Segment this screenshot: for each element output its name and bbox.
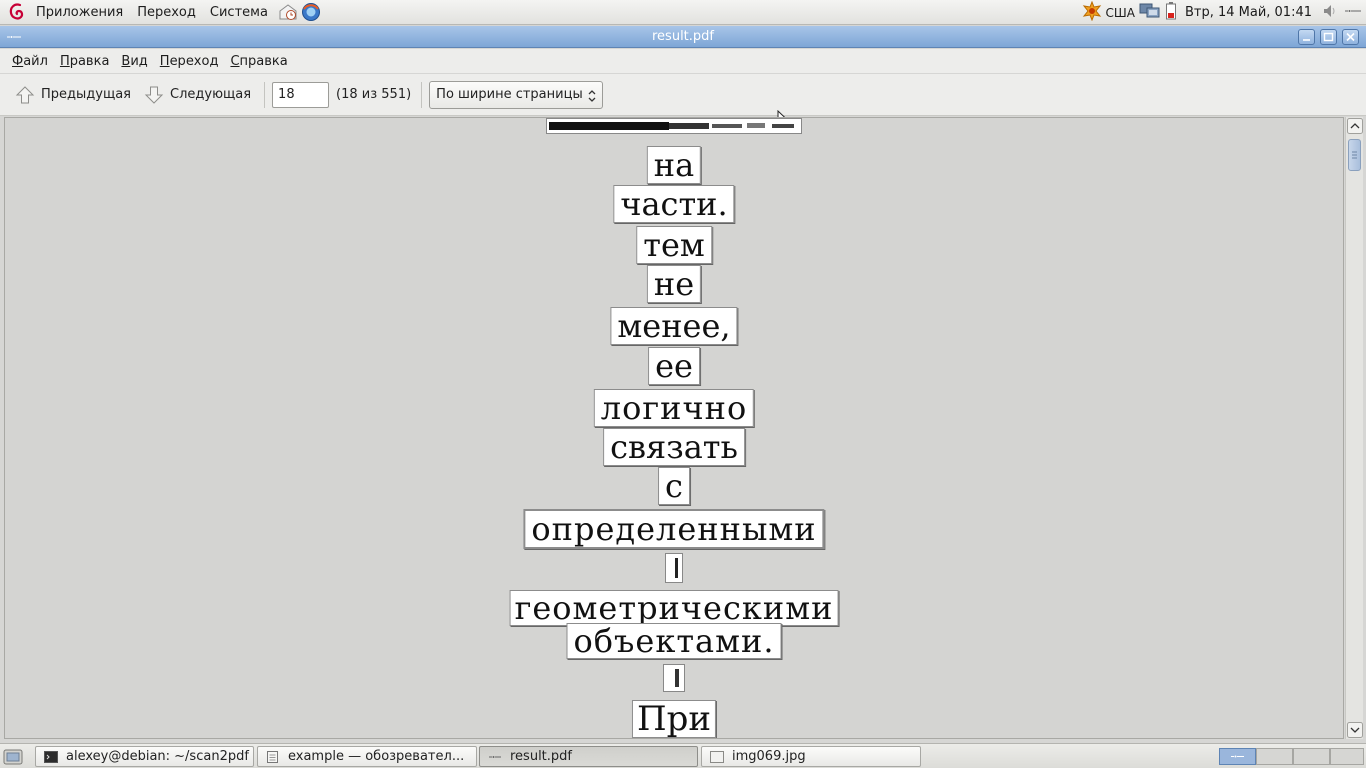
taskbar-item-label: example — обозревател... — [288, 749, 465, 764]
top-panel: Приложения Переход Система США Втр, 14 М… — [0, 0, 1366, 25]
applications-menu[interactable]: Приложения — [29, 5, 130, 20]
workspace-2[interactable] — [1256, 748, 1293, 765]
zoom-select-value: По ширине страницы — [436, 87, 583, 102]
scanned-word: ее — [648, 347, 700, 385]
scan-noise-fragment — [665, 553, 683, 583]
browser-launcher-icon[interactable] — [301, 2, 321, 22]
taskbar-item-label: img069.jpg — [732, 749, 806, 764]
volume-icon[interactable] — [1322, 2, 1340, 24]
show-desktop-icon[interactable] — [1344, 5, 1362, 20]
bottom-taskbar: alexey@debian: ~/scan2pdf example — обоз… — [0, 743, 1366, 768]
panel-clock[interactable]: Втр, 14 Май, 01:41 — [1185, 5, 1312, 20]
zoom-select[interactable]: По ширине страницы — [429, 80, 604, 109]
taskbar-item-label: result.pdf — [510, 749, 572, 764]
select-arrows-icon — [588, 89, 596, 102]
file-manager-icon — [267, 750, 278, 763]
window-titlebar[interactable]: result.pdf — [0, 26, 1366, 48]
arrow-up-icon — [15, 85, 35, 103]
taskbar-item-file-browser[interactable]: example — обозревател... — [257, 746, 477, 767]
scanned-word: геометрическими — [509, 590, 839, 626]
mail-clock-launcher-icon[interactable] — [278, 2, 298, 22]
page-number-input[interactable] — [272, 81, 330, 108]
scanned-word: не — [646, 265, 702, 303]
toolbar: Предыдущая Следующая (18 из 551) По шири… — [0, 74, 1366, 116]
previous-page-button[interactable]: Предыдущая — [8, 79, 137, 111]
scrollbar-thumb[interactable] — [1348, 139, 1361, 171]
vertical-scrollbar[interactable] — [1345, 117, 1363, 739]
workspace-1[interactable] — [1219, 748, 1256, 765]
taskbar-item-image[interactable]: img069.jpg — [701, 746, 921, 767]
scan-noise-fragment — [546, 118, 802, 134]
scanned-word: с — [658, 467, 690, 505]
terminal-icon — [44, 750, 58, 763]
places-menu[interactable]: Переход — [130, 5, 203, 20]
workspace-4[interactable] — [1330, 748, 1364, 765]
scanned-word: тем — [636, 226, 712, 264]
scroll-down-arrow-icon[interactable] — [1347, 722, 1363, 738]
taskbar-item-result-pdf[interactable]: result.pdf — [479, 746, 698, 767]
next-page-label: Следующая — [170, 87, 252, 102]
taskbar-item-terminal[interactable]: alexey@debian: ~/scan2pdf — [35, 746, 254, 767]
minimize-button[interactable] — [1298, 29, 1315, 45]
system-tray: США Втр, 14 Май, 01:41 — [1078, 0, 1366, 25]
keyboard-layout-indicator[interactable]: США — [1106, 6, 1135, 20]
window-menu-icon[interactable] — [6, 30, 22, 44]
taskbar-item-label: alexey@debian: ~/scan2pdf — [66, 749, 249, 764]
debian-logo-icon[interactable] — [7, 1, 29, 23]
next-page-button[interactable]: Следующая — [137, 79, 257, 111]
scanned-word: объектами. — [566, 623, 782, 659]
menu-edit[interactable]: Правка — [54, 54, 115, 69]
window-title: result.pdf — [652, 29, 714, 44]
battery-icon[interactable] — [1165, 1, 1177, 25]
arrow-down-icon — [144, 86, 164, 104]
show-desktop-button[interactable] — [3, 748, 23, 768]
workspace-3[interactable] — [1293, 748, 1330, 765]
network-icon[interactable] — [1139, 2, 1161, 24]
toolbar-separator — [264, 81, 266, 108]
maximize-button[interactable] — [1320, 29, 1337, 45]
scanned-word: менее, — [610, 307, 738, 345]
image-icon — [710, 750, 724, 763]
document-viewer-icon — [489, 755, 501, 758]
scanned-word: При — [631, 700, 717, 738]
close-button[interactable] — [1342, 29, 1359, 45]
system-menu[interactable]: Система — [203, 5, 275, 20]
menu-file[interactable]: Файл — [6, 54, 54, 69]
menu-view[interactable]: Вид — [115, 54, 153, 69]
previous-page-label: Предыдущая — [41, 87, 131, 102]
menu-go[interactable]: Переход — [154, 54, 225, 69]
scan-noise-fragment — [663, 664, 685, 692]
scanned-word: на — [646, 146, 702, 184]
document-viewport[interactable]: на части. тем не менее, ее логично связа… — [4, 117, 1344, 739]
menu-help[interactable]: Справка — [224, 54, 293, 69]
menubar: Файл Правка Вид Переход Справка — [0, 49, 1366, 73]
scanned-word: логично — [593, 389, 755, 427]
page-count-label: (18 из 551) — [336, 87, 412, 102]
scanned-word: части. — [613, 185, 735, 223]
scanned-word: связать — [603, 428, 745, 466]
toolbar-separator — [421, 81, 423, 108]
update-notifier-icon[interactable] — [1082, 0, 1102, 25]
scanned-word: определенными — [523, 509, 825, 549]
scroll-up-arrow-icon[interactable] — [1347, 118, 1363, 134]
